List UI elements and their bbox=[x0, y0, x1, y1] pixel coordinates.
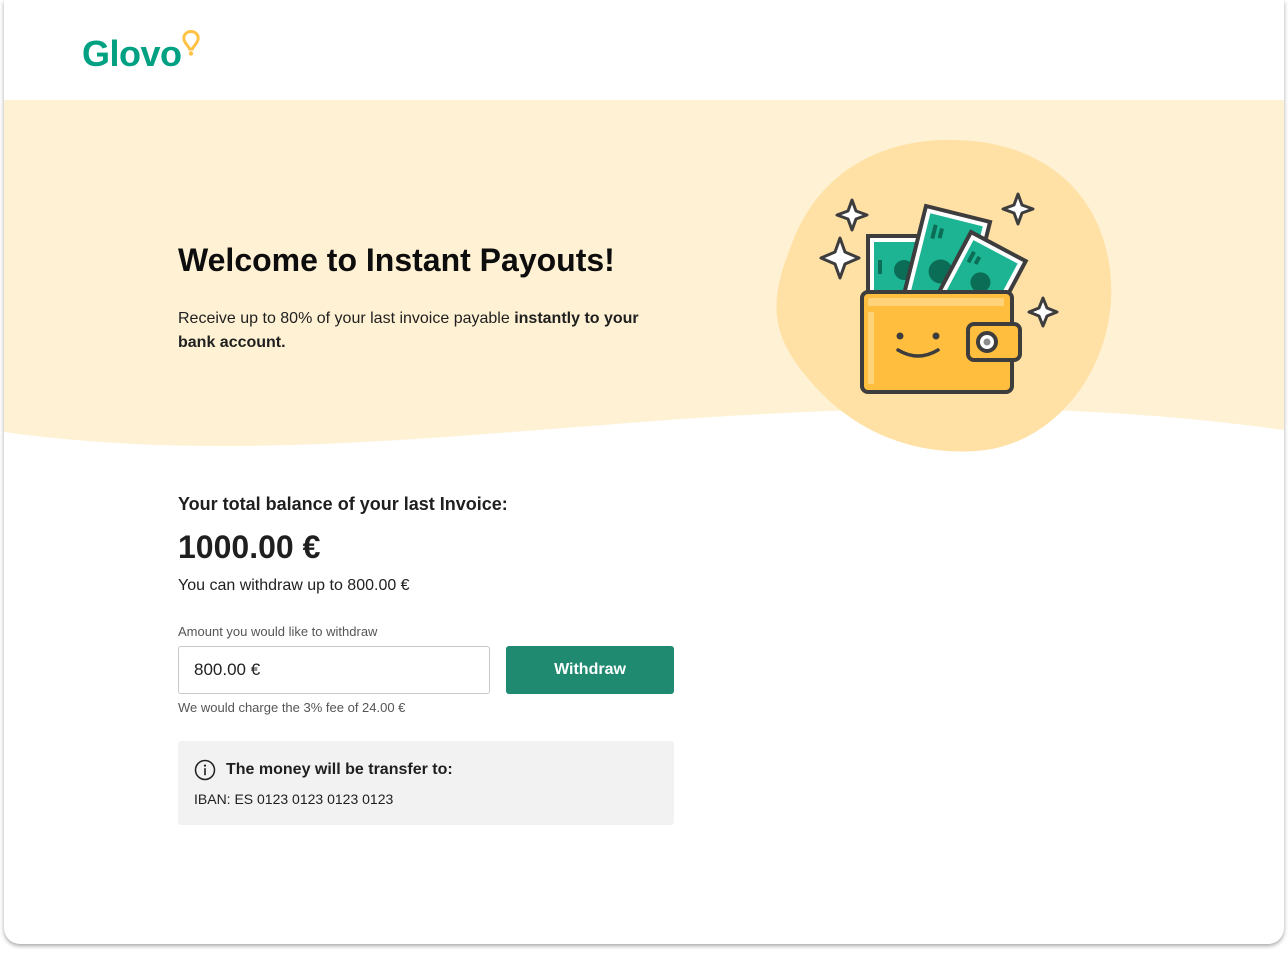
hero-description-text: Receive up to 80% of your last invoice p… bbox=[178, 310, 515, 327]
page-frame: Glovo Welcome to Instant Payouts! Receiv… bbox=[4, 0, 1284, 944]
wallet-with-money-icon bbox=[776, 139, 1112, 452]
balance-value: 1000.00 € bbox=[178, 529, 321, 565]
balance-label: Your total balance of your last Invoice: bbox=[178, 494, 508, 514]
info-icon bbox=[194, 759, 216, 781]
transfer-info-box: The money will be transfer to: IBAN: ES … bbox=[178, 741, 674, 825]
location-pin-icon bbox=[181, 30, 200, 56]
glovo-logo[interactable]: Glovo bbox=[82, 30, 200, 76]
amount-input[interactable] bbox=[178, 646, 490, 694]
page-title: Welcome to Instant Payouts! bbox=[178, 242, 615, 278]
withdraw-button[interactable]: Withdraw bbox=[506, 646, 674, 694]
amount-field-label: Amount you would like to withdraw bbox=[178, 624, 378, 639]
hero-description: Receive up to 80% of your last invoice p… bbox=[178, 307, 648, 355]
transfer-title: The money will be transfer to: bbox=[226, 761, 453, 778]
header: Glovo bbox=[4, 0, 1284, 100]
withdraw-limit-text: You can withdraw up to 800.00 € bbox=[178, 577, 410, 594]
iban-value: IBAN: ES 0123 0123 0123 0123 bbox=[194, 791, 394, 807]
fee-note: We would charge the 3% fee of 24.00 € bbox=[178, 700, 406, 715]
logo-text: Glovo bbox=[82, 33, 182, 74]
